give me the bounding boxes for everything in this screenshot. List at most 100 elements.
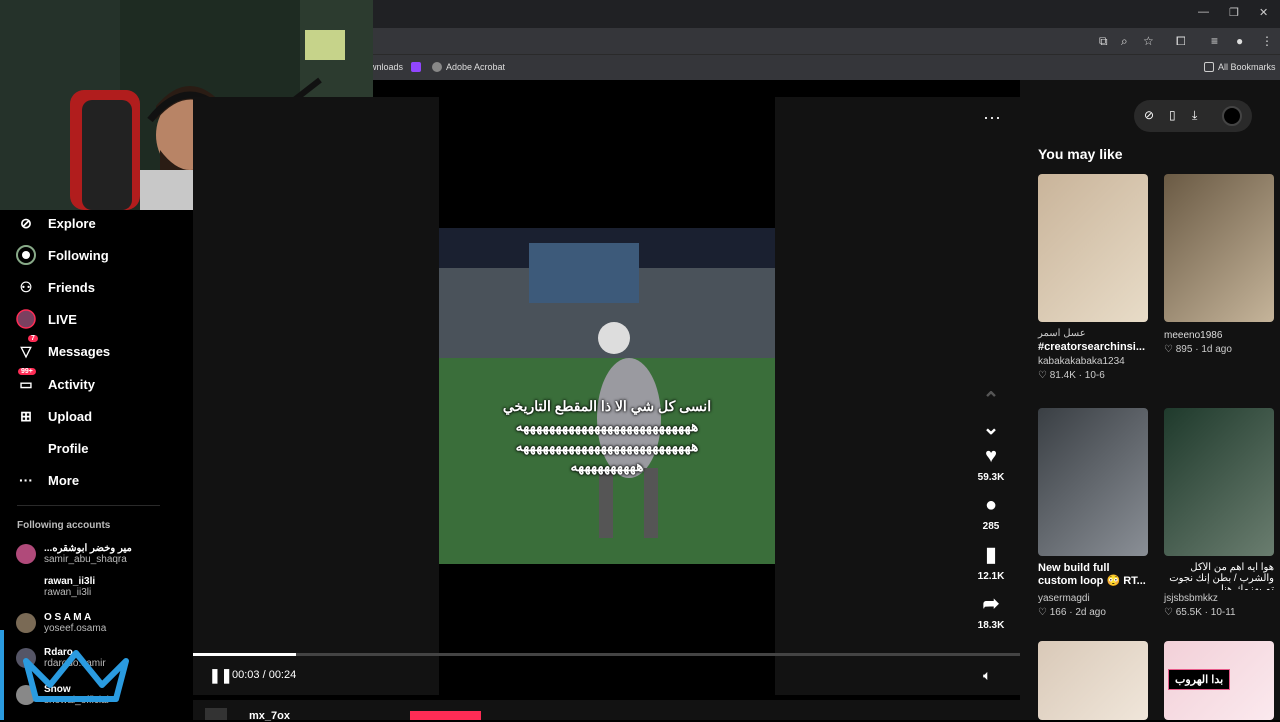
bookmark-icon: ▮ [985, 544, 997, 566]
like-button[interactable]: ♥ 59.3K [963, 445, 1019, 483]
all-bookmarks[interactable]: All Bookmarks [1204, 62, 1276, 72]
card-thumbnail [1164, 174, 1274, 322]
share-count: 18.3K [977, 620, 1005, 631]
profile-icon [16, 438, 36, 458]
account-item[interactable]: O S A M Ayoseef.osama [16, 612, 106, 634]
recommend-card[interactable]: New build full custom loop 😳 RT... yaser… [1038, 408, 1148, 618]
caption-line: انسى كل شي الا ذا المقطع التاريخي [502, 398, 712, 414]
avatar[interactable] [1222, 106, 1242, 126]
zoom-icon[interactable]: ⌕ [1121, 34, 1128, 49]
follow-button[interactable] [410, 711, 481, 720]
sidebar-item-label: Upload [48, 408, 93, 424]
sidebar-item-live[interactable]: LIVE [16, 309, 77, 329]
sidebar-divider [17, 505, 160, 506]
account-item[interactable]: ...مير وخضر ابوشقره samir_abu_shaqra [16, 543, 132, 565]
minimize-icon[interactable]: — [1198, 6, 1209, 18]
sidebar-item-explore[interactable]: ⊘ Explore [16, 213, 96, 233]
share-button[interactable]: ➦ 18.3K [963, 591, 1019, 631]
caption-line: ههههههههههه [570, 458, 644, 474]
card-meta: ♡ 81.4K · 10-6 [1038, 370, 1105, 381]
sidebar-item-more[interactable]: ··· More [16, 470, 79, 490]
account-handle: yoseef.osama [44, 623, 107, 634]
all-bookmarks-label: All Bookmarks [1218, 62, 1276, 72]
restore-icon[interactable]: ❐ [1229, 6, 1239, 19]
save-button[interactable]: ▮ 12.1K [963, 542, 1019, 582]
bookmark-adobe-acrobat[interactable]: Adobe Acrobat [432, 62, 505, 72]
globe-icon [432, 62, 442, 72]
video-frame[interactable]: انسى كل شي الا ذا المقطع التاريخي هههههه… [439, 228, 775, 564]
chevron-up-icon: ⌃ [982, 389, 1000, 411]
caption-line: هههههههههههههههههههههههههههه [515, 418, 699, 434]
profile-avatar-icon[interactable]: ● [1236, 34, 1243, 48]
card-meta: ♡ 65.5K · 10-11 [1164, 607, 1236, 618]
comment-count: 285 [982, 521, 1000, 532]
compass-icon: ⊘ [20, 214, 32, 231]
account-handle: samir_abu_shaqra [44, 554, 127, 565]
volume-icon[interactable]: 🔈︎ [983, 667, 991, 684]
sidebar-item-label: More [48, 472, 80, 488]
bookmark-twitch[interactable] [411, 62, 421, 72]
comment-button[interactable]: ● 285 [963, 494, 1019, 532]
progress-bar[interactable] [193, 653, 1020, 656]
sidebar-item-messages[interactable]: ▽ 7 Messages [16, 335, 111, 361]
author-name[interactable]: mx_7ox [249, 710, 290, 722]
twitch-icon [411, 62, 421, 72]
activity-icon: ▭ 99+ [16, 368, 36, 394]
recommend-card[interactable]: هوا ايه اهم من الأكل والشرب / بطن إنك نج… [1164, 408, 1274, 618]
sidebar-item-following[interactable]: Following [16, 245, 109, 265]
avatar [16, 577, 36, 597]
playback-time: 00:03 / 00:24 [232, 669, 297, 681]
card-title: New build full custom loop 😳 RT... [1038, 562, 1146, 587]
sidebar-item-label: Messages [48, 343, 111, 359]
video-column: انسى كل شي الا ذا المقطع التاريخي هههههه… [439, 97, 775, 695]
account-item[interactable]: rawan_ii3li rawan_ii3li [16, 576, 95, 598]
menu-kebab-icon[interactable]: ⋮ [1261, 34, 1273, 48]
media-icon[interactable]: ≡ [1211, 34, 1218, 48]
you-may-like-heading: You may like [1038, 146, 1123, 162]
star-icon[interactable]: ☆ [1143, 34, 1154, 48]
sidebar-item-friends[interactable]: ⚇ Friends [16, 277, 95, 297]
save-count: 12.1K [977, 571, 1005, 582]
sidebar-item-profile[interactable]: Profile [16, 438, 88, 458]
bookmark-downloads[interactable]: wnloads [370, 62, 403, 72]
phone-icon[interactable]: ▯ [1169, 108, 1176, 122]
sidebar-item-label: LIVE [48, 311, 77, 327]
card-title: هوا ايه اهم من الأكل والشرب / بطن إنك نج… [1169, 562, 1274, 590]
messages-badge: 7 [28, 335, 38, 342]
download-icon[interactable]: ⤓ [1192, 108, 1197, 123]
activity-badge: 99+ [18, 368, 36, 375]
sidebar-item-label: Friends [48, 279, 95, 295]
card-title-ar: عسل اسمر [1038, 328, 1086, 339]
prev-video-button[interactable]: ⌃ [963, 387, 1019, 416]
cast-icon[interactable]: ⧉ [1099, 34, 1108, 49]
pause-icon[interactable]: ❚❚ [209, 667, 232, 684]
card-title: #creatorsearchinsi... [1038, 341, 1146, 353]
card-author: meeeno1986 [1164, 330, 1223, 341]
account-name: rawan_ii3li [44, 576, 96, 587]
sidebar-item-label: Explore [48, 215, 96, 231]
recommend-card[interactable]: meeeno1986 ♡ 895 · 1d ago [1164, 174, 1274, 355]
close-icon[interactable]: ✕ [1259, 6, 1268, 19]
explore-compass-icon[interactable]: ⊘ [1144, 108, 1154, 122]
card-author: jsjsbsbmkkz [1164, 593, 1218, 604]
video-player: انسى كل شي الا ذا المقطع التاريخي هههههه… [193, 97, 1020, 695]
bookmark-label: Adobe Acrobat [446, 62, 506, 72]
avatar [16, 544, 36, 564]
account-handle: rawan_ii3li [44, 587, 92, 598]
avatar [205, 708, 227, 720]
sidebar-item-upload[interactable]: ⊞ Upload [16, 406, 92, 426]
upload-plus-icon: ⊞ [20, 407, 32, 424]
recommend-card[interactable] [1038, 641, 1148, 720]
following-icon [16, 245, 36, 265]
more-options-icon[interactable]: ··· [983, 107, 1001, 128]
sidebar-item-activity[interactable]: ▭ 99+ Activity [16, 368, 95, 394]
next-video-button[interactable]: ⌄ [963, 415, 1019, 444]
recommend-card[interactable]: عسل اسمر #creatorsearchinsi... kabakakab… [1038, 174, 1148, 381]
card-thumbnail: بدا الهروب [1164, 641, 1274, 720]
like-count: 59.3K [977, 472, 1005, 483]
extensions-icon[interactable]: ⧠ [1176, 34, 1186, 49]
folder-icon [1204, 62, 1214, 72]
live-icon [16, 309, 36, 329]
recommend-card[interactable]: بدا الهروب [1164, 641, 1274, 720]
card-thumbnail [1164, 408, 1274, 556]
